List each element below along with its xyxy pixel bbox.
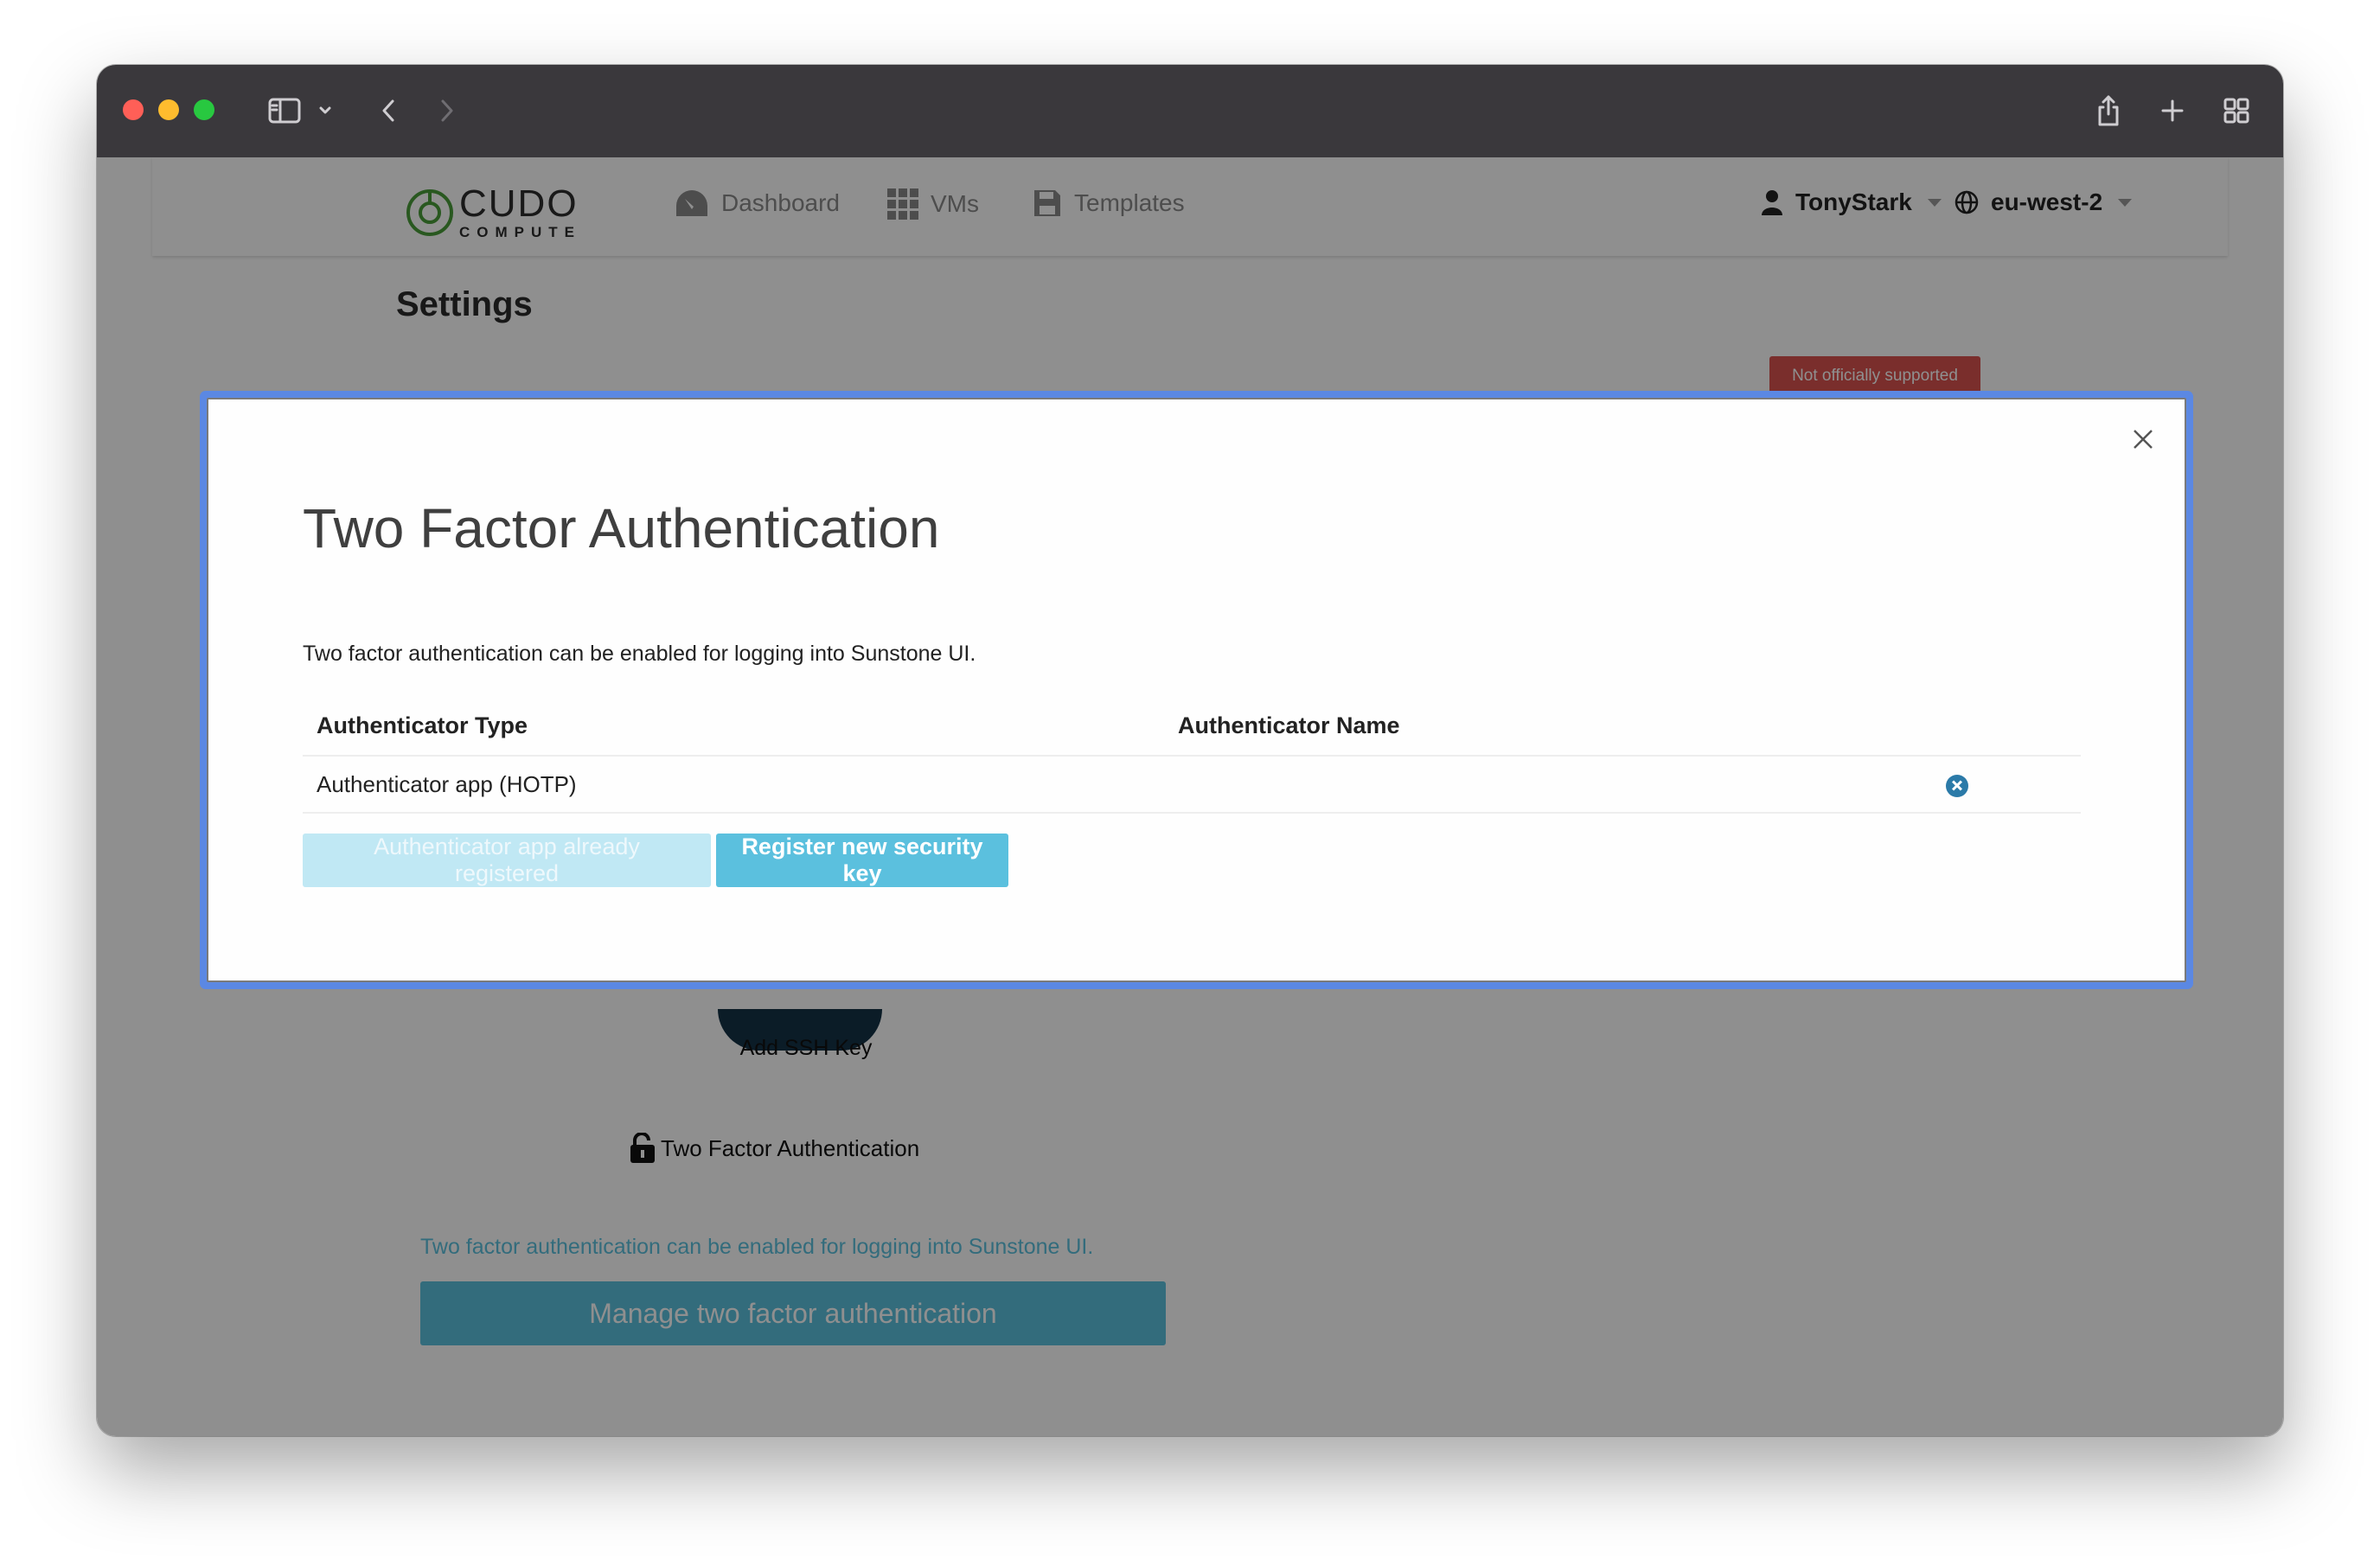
column-header-type: Authenticator Type bbox=[317, 712, 528, 738]
page-content: CUDO COMPUTE Dashboard VMs Templates Ton… bbox=[97, 157, 2283, 1436]
modal-title: Two Factor Authentication bbox=[303, 497, 940, 559]
modal-actions: Authenticator app already registered Reg… bbox=[303, 834, 1008, 887]
new-tab-icon[interactable] bbox=[2155, 91, 2190, 131]
remove-authenticator-icon[interactable] bbox=[1946, 774, 1968, 797]
column-header-actions bbox=[1932, 696, 2081, 756]
authenticator-type-cell: Authenticator app (HOTP) bbox=[303, 755, 1164, 814]
sidebar-icon[interactable] bbox=[265, 91, 304, 131]
table-row: Authenticator app (HOTP) bbox=[303, 755, 2081, 814]
modal-description: Two factor authentication can be enabled… bbox=[303, 642, 976, 666]
close-icon[interactable] bbox=[2127, 424, 2159, 455]
forward-icon bbox=[434, 91, 460, 131]
back-icon[interactable] bbox=[375, 91, 401, 131]
table-header-row: Authenticator Type Authenticator Name bbox=[303, 696, 2081, 756]
tab-overview-icon[interactable] bbox=[2217, 91, 2255, 131]
actions-cell bbox=[1932, 755, 2081, 814]
browser-window: CUDO COMPUTE Dashboard VMs Templates Ton… bbox=[97, 65, 2283, 1436]
close-window-button[interactable] bbox=[123, 99, 144, 120]
minimize-window-button[interactable] bbox=[158, 99, 179, 120]
chevron-down-icon[interactable] bbox=[315, 91, 336, 131]
browser-titlebar bbox=[97, 65, 2283, 157]
register-security-key-button[interactable]: Register new security key bbox=[716, 834, 1008, 887]
share-icon[interactable] bbox=[2091, 91, 2126, 131]
authenticator-name-cell bbox=[1164, 755, 1932, 814]
column-header-name: Authenticator Name bbox=[1178, 712, 1400, 738]
authenticators-table: Authenticator Type Authenticator Name Au… bbox=[303, 696, 2081, 814]
authenticator-registered-button: Authenticator app already registered bbox=[303, 834, 711, 887]
maximize-window-button[interactable] bbox=[194, 99, 214, 120]
tfa-modal: Two Factor Authentication Two factor aut… bbox=[207, 398, 2186, 982]
